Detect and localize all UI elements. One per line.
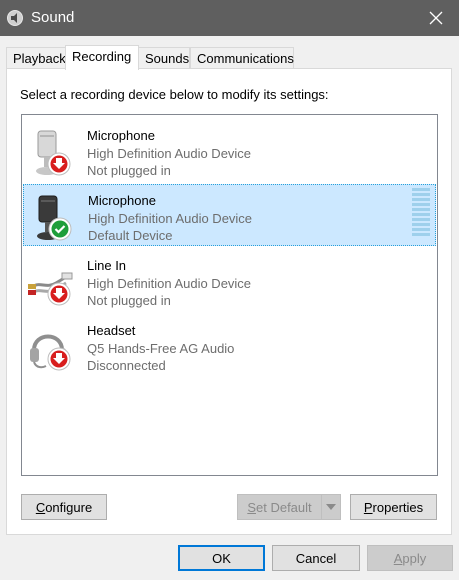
device-description: Q5 Hands-Free AG Audio xyxy=(87,341,235,356)
close-icon xyxy=(429,11,443,25)
recording-panel: Select a recording device below to modif… xyxy=(6,68,452,535)
device-description: High Definition Audio Device xyxy=(87,276,252,291)
device-description: High Definition Audio Device xyxy=(87,146,252,161)
properties-label: roperties xyxy=(372,499,424,515)
device-name: Microphone xyxy=(87,128,155,143)
microphone-icon xyxy=(37,195,72,241)
device-name: Line In xyxy=(87,258,127,273)
tab-playback[interactable]: Playback xyxy=(6,47,66,69)
device-item-line-in[interactable]: Line In High Definition Audio Device Not… xyxy=(23,250,436,312)
title-bar: Sound xyxy=(0,0,459,36)
tab-sounds[interactable]: Sounds xyxy=(138,47,190,69)
device-status: Not plugged in xyxy=(87,293,171,308)
device-item-microphone-default[interactable]: Microphone High Definition Audio Device … xyxy=(23,184,436,246)
set-default-button[interactable]: Set Default xyxy=(237,494,322,520)
speaker-icon xyxy=(7,10,23,26)
device-name: Headset xyxy=(87,323,136,338)
instruction-text: Select a recording device below to modif… xyxy=(20,87,329,102)
device-name: Microphone xyxy=(88,193,156,208)
ok-button[interactable]: OK xyxy=(178,545,265,571)
green-check-badge xyxy=(48,217,72,241)
configure-button[interactable]: Configure xyxy=(21,494,107,520)
properties-accel: P xyxy=(363,499,373,515)
set-default-accel: S xyxy=(247,499,256,515)
device-status: Default Device xyxy=(88,228,173,243)
microphone-icon xyxy=(36,130,71,176)
red-down-arrow-badge xyxy=(47,282,71,306)
red-down-arrow-badge xyxy=(47,152,71,176)
cancel-button[interactable]: Cancel xyxy=(272,545,360,571)
tab-recording[interactable]: Recording xyxy=(65,45,139,70)
device-list[interactable]: Microphone High Definition Audio Device … xyxy=(21,114,438,476)
device-item-headset[interactable]: Headset Q5 Hands-Free AG Audio Disconnec… xyxy=(23,315,436,377)
window-title: Sound xyxy=(31,9,75,26)
red-down-arrow-badge xyxy=(47,347,71,371)
configure-label: onfigure xyxy=(45,499,93,515)
properties-button[interactable]: Properties xyxy=(350,494,437,520)
chevron-down-icon xyxy=(326,504,336,510)
device-status: Disconnected xyxy=(87,358,166,373)
line-in-cable-icon xyxy=(28,272,73,306)
level-meter xyxy=(412,188,430,240)
configure-accel: C xyxy=(35,499,46,515)
apply-button[interactable]: Apply xyxy=(367,545,453,571)
set-default-label: et Default xyxy=(256,499,312,515)
close-button[interactable] xyxy=(413,0,459,36)
device-description: High Definition Audio Device xyxy=(88,211,253,226)
headset-icon xyxy=(30,334,71,371)
apply-label: pply xyxy=(402,550,427,566)
device-item-microphone-unplugged[interactable]: Microphone High Definition Audio Device … xyxy=(23,120,436,182)
set-default-dropdown[interactable] xyxy=(321,494,341,520)
device-status: Not plugged in xyxy=(87,163,171,178)
apply-accel: A xyxy=(393,550,403,566)
tab-communications[interactable]: Communications xyxy=(190,47,294,69)
